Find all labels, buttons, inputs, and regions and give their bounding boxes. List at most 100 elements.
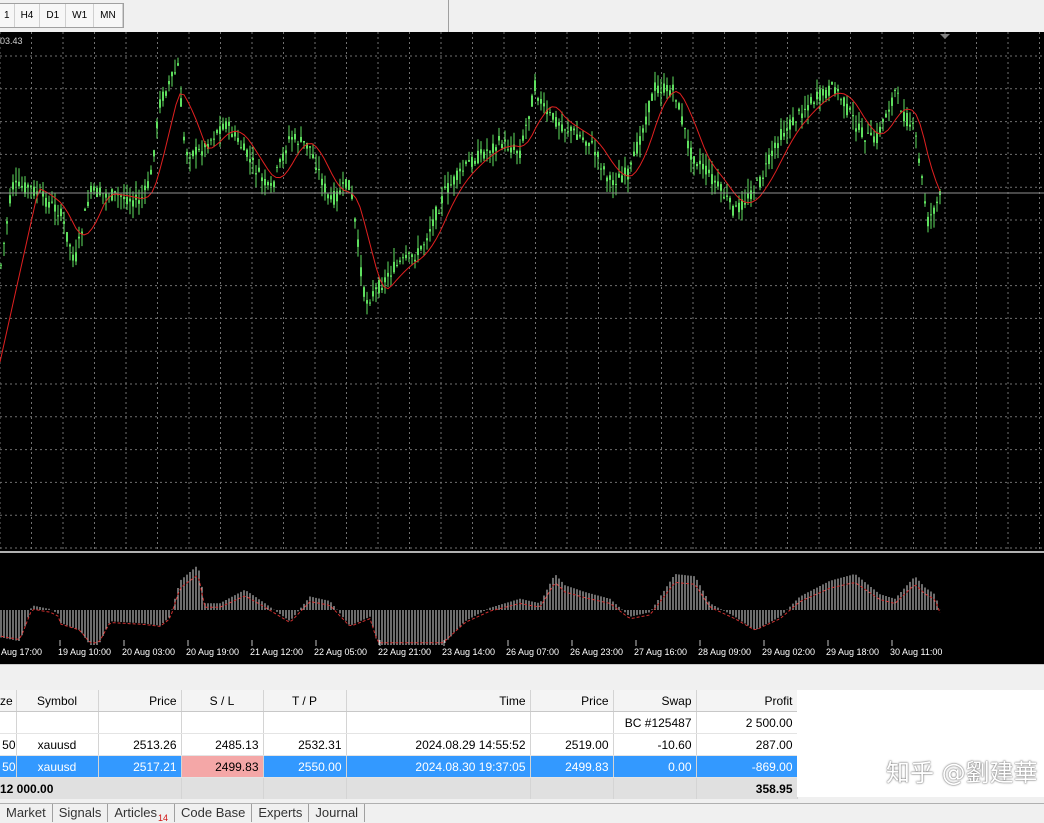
candle-body bbox=[750, 190, 752, 200]
col-price2-header[interactable]: Price bbox=[530, 690, 614, 712]
time-label: 27 Aug 16:00 bbox=[634, 647, 687, 657]
watermark: 知乎 @劉建華 bbox=[886, 759, 1038, 787]
candle-body bbox=[87, 201, 89, 206]
time-label: 30 Aug 11:00 bbox=[890, 647, 942, 657]
candle-body bbox=[192, 150, 194, 157]
candle-body bbox=[777, 143, 779, 149]
candle-body bbox=[774, 142, 776, 149]
candle-body bbox=[603, 166, 605, 170]
candle-body bbox=[72, 254, 74, 261]
cell-tp[interactable]: 2550.00 bbox=[263, 755, 347, 778]
candle-body bbox=[357, 239, 359, 247]
time-label: 20 Aug 19:00 bbox=[186, 647, 239, 657]
candle-body bbox=[390, 275, 392, 277]
candle-body bbox=[381, 287, 383, 291]
price-chart[interactable]: 03.43 6 Aug 17:00 19 Aug 10:00 20 Aug 03:0… bbox=[0, 32, 1044, 664]
cell-sl[interactable]: 2499.83 bbox=[181, 755, 264, 778]
candle-body bbox=[78, 236, 80, 239]
candle-body bbox=[246, 149, 248, 157]
time-axis: 6 Aug 17:00 19 Aug 10:00 20 Aug 03:00 20 Au… bbox=[0, 640, 942, 657]
candle-body bbox=[627, 168, 629, 180]
candle-body bbox=[18, 181, 20, 187]
candle-body bbox=[594, 151, 596, 156]
time-label: 26 Aug 23:00 bbox=[570, 647, 623, 657]
candle-body bbox=[294, 133, 296, 140]
col-profit-header[interactable]: Profit bbox=[696, 690, 798, 712]
chart-canvas[interactable]: 03.43 6 Aug 17:00 19 Aug 10:00 20 Aug 03:0… bbox=[0, 32, 1044, 664]
candle-body bbox=[858, 123, 860, 130]
candle-body bbox=[744, 202, 746, 205]
candle-body bbox=[258, 167, 260, 172]
candle-body bbox=[3, 242, 5, 244]
candle-body bbox=[756, 179, 758, 181]
timeframe-d1-button[interactable]: D1 bbox=[40, 4, 67, 27]
table-header: ze Symbol Price S / L T / P Time Price S… bbox=[0, 690, 798, 712]
candle-body bbox=[819, 89, 821, 101]
col-sl-header[interactable]: S / L bbox=[181, 690, 264, 712]
candle-body bbox=[213, 138, 215, 140]
col-symbol-header[interactable]: Symbol bbox=[16, 690, 99, 712]
candle-body bbox=[279, 159, 281, 163]
candle-body bbox=[363, 287, 365, 297]
candle-body bbox=[549, 112, 551, 114]
table-row[interactable]: 50 xauusd 2513.26 2485.13 2532.31 2024.0… bbox=[0, 733, 798, 756]
candle-body bbox=[84, 208, 86, 211]
candle-body bbox=[825, 89, 827, 99]
tab-articles[interactable]: Articles14 bbox=[108, 804, 176, 823]
candle-body bbox=[867, 132, 869, 134]
candle-body bbox=[66, 232, 68, 242]
balance-row[interactable]: BC #125487 2 500.00 bbox=[0, 711, 798, 734]
col-time-header[interactable]: Time bbox=[346, 690, 531, 712]
candle-body bbox=[723, 196, 725, 199]
candle-body bbox=[198, 148, 200, 150]
tab-market[interactable]: Market bbox=[0, 804, 53, 822]
balance-profit: 2 500.00 bbox=[696, 711, 798, 734]
timeframe-m1-button[interactable]: 1 bbox=[0, 4, 15, 27]
candle-body bbox=[573, 128, 575, 131]
col-tp-header[interactable]: T / P bbox=[263, 690, 347, 712]
candle-body bbox=[822, 89, 824, 96]
tab-journal[interactable]: Journal bbox=[309, 804, 366, 822]
candle-body bbox=[843, 97, 845, 107]
candle-body bbox=[318, 168, 320, 171]
candle-body bbox=[525, 124, 527, 126]
tab-signals[interactable]: Signals bbox=[53, 804, 109, 822]
candle-body bbox=[156, 121, 158, 129]
timeframe-w1-button[interactable]: W1 bbox=[66, 4, 95, 27]
timeframe-h4-button[interactable]: H4 bbox=[15, 4, 41, 27]
candle-body bbox=[786, 128, 788, 131]
candle-body bbox=[720, 184, 722, 191]
candle-body bbox=[792, 117, 794, 126]
col-swap-header[interactable]: Swap bbox=[613, 690, 697, 712]
cell-time: 2024.08.30 19:37:05 bbox=[346, 755, 531, 778]
candle-body bbox=[912, 122, 914, 124]
candle-body bbox=[726, 195, 728, 197]
candle-body bbox=[60, 208, 62, 217]
timeframe-button-group: 1 H4 D1 W1 MN bbox=[0, 3, 124, 28]
candle-body bbox=[927, 216, 929, 227]
tab-code-base[interactable]: Code Base bbox=[175, 804, 253, 822]
time-label: 23 Aug 14:00 bbox=[442, 647, 495, 657]
timeframe-mn-button[interactable]: MN bbox=[94, 4, 123, 27]
candle-body bbox=[288, 136, 290, 140]
cell-swap: 0.00 bbox=[613, 755, 697, 778]
candle-body bbox=[657, 85, 659, 94]
candle-body bbox=[795, 121, 797, 123]
table-row-selected[interactable]: 50 xauusd 2517.21 2499.83 2550.00 2024.0… bbox=[0, 755, 798, 778]
candle-body bbox=[243, 143, 245, 151]
candle-body bbox=[810, 97, 812, 104]
cell-tp[interactable]: 2532.31 bbox=[263, 733, 347, 756]
candle-body bbox=[612, 180, 614, 185]
col-price-header[interactable]: Price bbox=[98, 690, 182, 712]
candle-body bbox=[537, 98, 539, 101]
candle-body bbox=[174, 72, 176, 74]
tab-experts[interactable]: Experts bbox=[252, 804, 310, 822]
cell-sl[interactable]: 2485.13 bbox=[181, 733, 264, 756]
candle-body bbox=[420, 246, 422, 250]
col-size-header[interactable]: ze bbox=[0, 690, 17, 712]
candle-body bbox=[705, 165, 707, 175]
candle-body bbox=[153, 150, 155, 157]
total-row[interactable]: 12 000.00 358.95 bbox=[0, 777, 798, 799]
time-label: 29 Aug 18:00 bbox=[826, 647, 879, 657]
candle-body bbox=[531, 95, 533, 107]
